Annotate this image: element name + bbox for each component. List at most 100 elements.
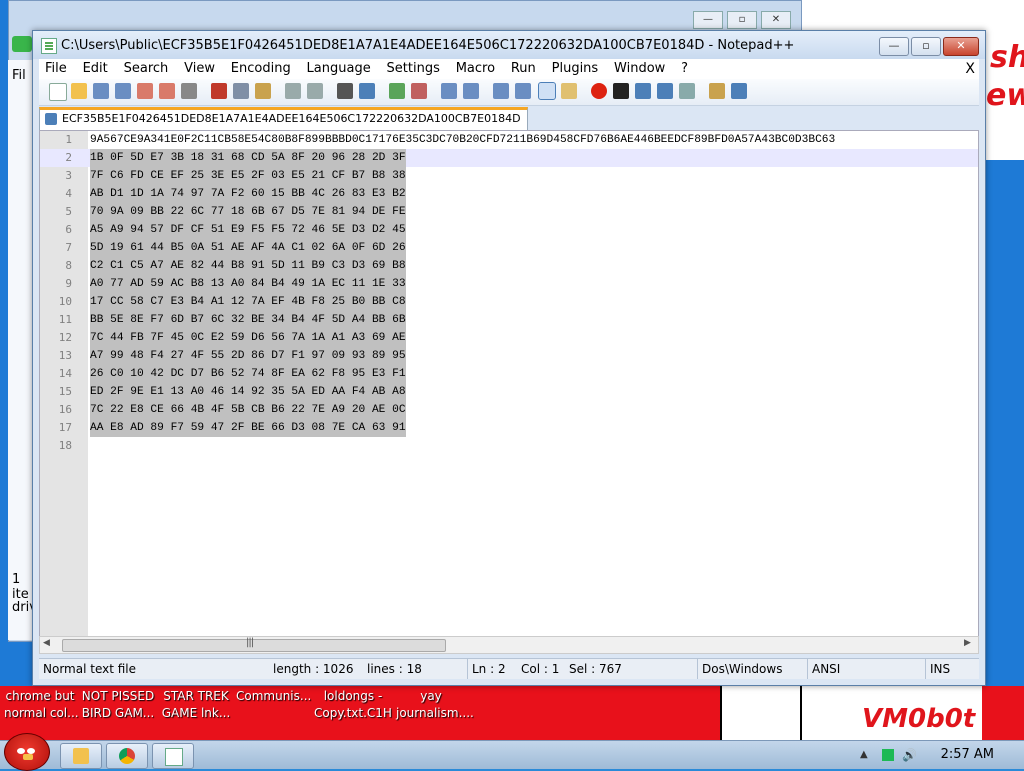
menu-macro[interactable]: Macro — [450, 59, 501, 79]
editor-line[interactable]: 17 AA E8 AD 89 F7 59 47 2F BE 66 D3 08 7E… — [40, 419, 978, 437]
copy-icon[interactable] — [233, 83, 249, 99]
editor-area[interactable]: 1 9A567CE9A341E0F2C11CB58E54C80B8F899BBBD… — [39, 130, 979, 638]
bg-maximize-button[interactable]: ▫ — [727, 11, 757, 29]
volume-icon[interactable]: 🔊 — [902, 749, 917, 761]
editor-line[interactable]: 15 ED 2F 9E E1 13 A0 46 14 92 35 5A ED AA… — [40, 383, 978, 401]
zoom-out-icon[interactable] — [411, 83, 427, 99]
new-file-icon[interactable] — [49, 83, 67, 101]
menu-settings[interactable]: Settings — [381, 59, 446, 79]
close-all-icon[interactable] — [159, 83, 175, 99]
sync-horizontal-icon[interactable] — [463, 83, 479, 99]
editor-line[interactable]: 13 A7 99 48 F4 27 4F 55 2D 86 D7 F1 97 09… — [40, 347, 978, 365]
editor-line[interactable]: 14 26 C0 10 42 DC D7 B6 52 74 8F EA 62 F8… — [40, 365, 978, 383]
undo-icon[interactable] — [285, 83, 301, 99]
taskbar-explorer-button[interactable] — [60, 743, 102, 769]
open-file-icon[interactable] — [71, 83, 87, 99]
show-hidden-icons-icon[interactable]: ▲ — [860, 749, 872, 761]
save-icon[interactable] — [93, 83, 109, 99]
doc-map-icon[interactable] — [561, 83, 577, 99]
editor-line[interactable]: 9 A0 77 AD 59 AC B8 13 A0 84 B4 49 1A EC … — [40, 275, 978, 293]
line-text: 17 CC 58 C7 E3 B4 A1 12 7A EF 4B F8 25 B… — [90, 293, 406, 311]
bg-minimize-button[interactable]: — — [693, 11, 723, 29]
maximize-button[interactable]: ▫ — [911, 37, 941, 56]
print-icon[interactable] — [181, 83, 197, 99]
desktop-item[interactable]: chrome but normal col... — [4, 688, 79, 722]
show-all-chars-icon[interactable] — [515, 83, 531, 99]
notepadpp-window[interactable]: C:\Users\Public\ECF35B5E1F0426451DED8E1A… — [32, 30, 986, 686]
menu-bar: File Edit Search View Encoding Language … — [39, 59, 979, 79]
replace-icon[interactable] — [359, 83, 375, 99]
save-all-icon[interactable] — [115, 83, 131, 99]
close-button[interactable]: ✕ — [943, 37, 979, 56]
sync-vertical-icon[interactable] — [441, 83, 457, 99]
record-macro-icon[interactable] — [591, 83, 607, 99]
horizontal-scrollbar[interactable]: ◀ ||| ▶ — [39, 636, 979, 654]
paste-icon[interactable] — [255, 83, 271, 99]
editor-line[interactable]: 7 5D 19 61 44 B5 0A 51 AE AF 4A C1 02 6A … — [40, 239, 978, 257]
stop-macro-icon[interactable] — [613, 83, 629, 99]
editor-line[interactable]: 6 A5 A9 94 57 DF CF 51 E9 F5 F5 72 46 5E … — [40, 221, 978, 239]
menu-edit[interactable]: Edit — [77, 59, 114, 79]
line-text: 7C 22 E8 CE 66 4B 4F 5B CB B6 22 7E A9 2… — [90, 401, 406, 419]
play-multiple-macro-icon[interactable] — [657, 83, 673, 99]
word-wrap-icon[interactable] — [493, 83, 509, 99]
scroll-left-icon[interactable]: ◀ — [43, 638, 50, 648]
document-close-button[interactable]: X — [965, 59, 975, 79]
editor-line[interactable]: 1 9A567CE9A341E0F2C11CB58E54C80B8F899BBBD… — [40, 131, 978, 149]
desktop-item-line2: Copy.txt.C1H — [314, 706, 392, 720]
indent-guide-icon[interactable] — [538, 82, 556, 100]
desktop-item-line1: loldongs - — [323, 689, 383, 703]
title-bar[interactable]: C:\Users\Public\ECF35B5E1F0426451DED8E1A… — [33, 31, 985, 59]
system-tray: ▲ 🔊 2:57 AM — [844, 741, 1024, 769]
menu-encoding[interactable]: Encoding — [225, 59, 297, 79]
play-macro-icon[interactable] — [635, 83, 651, 99]
menu-help[interactable]: ? — [675, 59, 694, 79]
zoom-in-icon[interactable] — [389, 83, 405, 99]
editor-line[interactable]: 10 17 CC 58 C7 E3 B4 A1 12 7A EF 4B F8 25… — [40, 293, 978, 311]
editor-line[interactable]: 3 7F C6 FD CE EF 25 3E E5 2F 03 E5 21 CF … — [40, 167, 978, 185]
save-macro-icon[interactable] — [679, 83, 695, 99]
menu-view[interactable]: View — [178, 59, 221, 79]
spellcheck-icon[interactable] — [731, 83, 747, 99]
launch-browser-icon[interactable] — [709, 83, 725, 99]
line-number: 16 — [58, 403, 72, 416]
editor-line[interactable]: 11 BB 5E 8E F7 6D B7 6C 32 BE 34 B4 4F 5D… — [40, 311, 978, 329]
editor-line[interactable]: 16 7C 22 E8 CE 66 4B 4F 5B CB B6 22 7E A9… — [40, 401, 978, 419]
redo-icon[interactable] — [307, 83, 323, 99]
menu-run[interactable]: Run — [505, 59, 542, 79]
desktop-item[interactable]: loldongs - Copy.txt.C1H — [312, 688, 394, 722]
start-button[interactable] — [4, 733, 50, 771]
menu-window[interactable]: Window — [608, 59, 671, 79]
desktop-item[interactable]: Communis... — [236, 688, 311, 705]
close-file-icon[interactable] — [137, 83, 153, 99]
editor-line[interactable]: 8 C2 C1 C5 A7 AE 82 44 B8 91 5D 11 B9 C3 … — [40, 257, 978, 275]
scrollbar-thumb[interactable] — [62, 639, 446, 652]
desktop-item-line1: STAR TREK — [163, 689, 229, 703]
menu-plugins[interactable]: Plugins — [546, 59, 605, 79]
cut-icon[interactable] — [211, 83, 227, 99]
editor-line[interactable]: 5 70 9A 09 BB 22 6C 77 18 6B 67 D5 7E 81 … — [40, 203, 978, 221]
desktop-item[interactable]: NOT PISSED BIRD GAM... — [80, 688, 156, 722]
line-text: A7 99 48 F4 27 4F 55 2D 86 D7 F1 97 09 9… — [90, 347, 406, 365]
menu-language[interactable]: Language — [301, 59, 377, 79]
tab-document[interactable]: ECF35B5E1F0426451DED8E1A7A1E4ADEE164E506… — [39, 107, 528, 131]
scroll-right-icon[interactable]: ▶ — [964, 638, 971, 648]
desktop-item[interactable]: STAR TREK GAME lnk... — [160, 688, 232, 722]
line-number: 4 — [65, 187, 72, 200]
minimize-button[interactable]: — — [879, 37, 909, 56]
desktop-item[interactable]: yay journalism.... — [396, 688, 474, 722]
menu-file[interactable]: File — [39, 59, 73, 79]
menu-search[interactable]: Search — [118, 59, 175, 79]
find-icon[interactable] — [337, 83, 353, 99]
network-icon[interactable] — [882, 749, 894, 761]
clock[interactable]: 2:57 AM — [941, 747, 994, 762]
taskbar-chrome-button[interactable] — [106, 743, 148, 769]
editor-line[interactable]: 2 1B 0F 5D E7 3B 18 31 68 CD 5A 8F 20 96 … — [40, 149, 978, 167]
bg-close-button[interactable]: ✕ — [761, 11, 791, 29]
line-text: 7F C6 FD CE EF 25 3E E5 2F 03 E5 21 CF B… — [90, 167, 406, 185]
editor-line[interactable]: 4 AB D1 1D 1A 74 97 7A F2 60 15 BB 4C 26 … — [40, 185, 978, 203]
line-number: 11 — [58, 313, 72, 326]
editor-line[interactable]: 18 — [40, 437, 978, 455]
taskbar-notepadpp-button[interactable] — [152, 743, 194, 769]
editor-line[interactable]: 12 7C 44 FB 7F 45 0C E2 59 D6 56 7A 1A A1… — [40, 329, 978, 347]
